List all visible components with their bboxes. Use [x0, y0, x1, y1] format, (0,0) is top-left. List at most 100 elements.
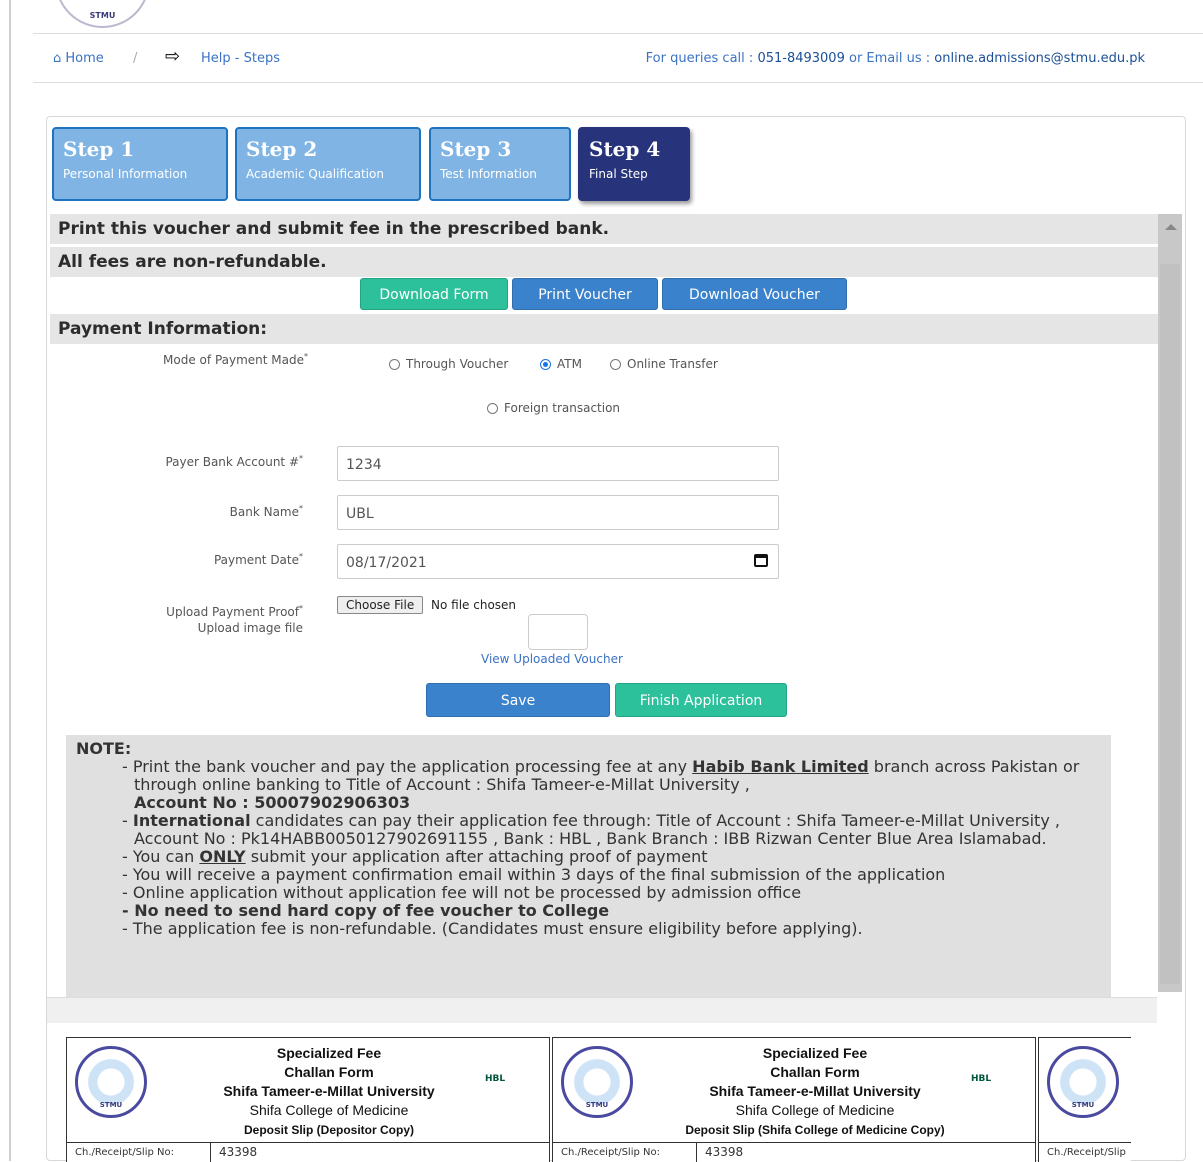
voucher-titles: Specialized Fee Challan Form Shifa Tamee…: [157, 1044, 501, 1140]
step-3-tab[interactable]: Step 3 Test Information: [429, 127, 571, 201]
slip-label: Ch./Receipt/Slip: [1047, 1147, 1126, 1158]
radio-foreign-transaction[interactable]: Foreign transaction: [487, 401, 620, 415]
payment-date-label-text: Payment Date: [213, 553, 299, 567]
radio-atm-label: ATM: [557, 357, 582, 371]
view-uploaded-voucher-link[interactable]: View Uploaded Voucher: [481, 652, 623, 666]
choose-file-button[interactable]: Choose File: [337, 596, 424, 614]
download-form-button[interactable]: Download Form: [360, 278, 508, 310]
email-prefix: or Email us :: [848, 51, 931, 66]
slip-number: 43398: [696, 1143, 743, 1162]
arrow-right-icon: ⇨: [165, 46, 181, 67]
step-2-subtitle: Academic Qualification: [246, 167, 384, 181]
university-logo: STMU: [55, 0, 150, 28]
note-item-3-rest: submit your application after attaching …: [245, 847, 708, 866]
radio-circle: [487, 403, 498, 414]
voucher-college-copy: STMU Specialized Fee Challan Form Shifa …: [552, 1037, 1036, 1162]
radio-circle: [389, 359, 400, 370]
voucher-strip: STMU Specialized Fee Challan Form Shifa …: [66, 1037, 1131, 1162]
university-seal: STMU: [1047, 1046, 1119, 1118]
voucher-title-2: Challan Form: [770, 1064, 860, 1080]
university-seal: STMU: [75, 1046, 147, 1118]
download-voucher-button[interactable]: Download Voucher: [662, 278, 847, 310]
step-3-subtitle: Test Information: [440, 167, 537, 181]
radio-foreign-transaction-label: Foreign transaction: [504, 401, 621, 415]
finish-application-button[interactable]: Finish Application: [615, 683, 787, 717]
note-item-2: - International candidates can pay their…: [122, 811, 1060, 848]
slip-label: Ch./Receipt/Slip No:: [561, 1147, 660, 1158]
habib-bank-link: Habib Bank Limited: [692, 757, 869, 776]
step-3-title: Step 3: [440, 137, 512, 161]
logo-text: STMU: [89, 11, 116, 20]
radio-circle: [610, 359, 621, 370]
hbl-logo: HBL: [485, 1074, 506, 1084]
voucher-titles: Specialized Fee Challan Form Shifa Tamee…: [643, 1044, 987, 1140]
step-2-tab[interactable]: Step 2 Academic Qualification: [235, 127, 421, 201]
file-chooser: Choose File No file chosen: [337, 596, 516, 614]
payment-date-input[interactable]: 08/17/2021: [337, 544, 779, 579]
note-item-6: - No need to send hard copy of fee vouch…: [122, 901, 610, 920]
step-4-title: Step 4: [589, 137, 661, 161]
voucher-title-2: Challan Form: [284, 1064, 374, 1080]
note-heading: NOTE:: [76, 739, 132, 758]
payment-date-value: 08/17/2021: [346, 555, 427, 571]
radio-online-transfer[interactable]: Online Transfer: [610, 357, 718, 371]
radio-circle-selected: [540, 359, 551, 370]
radio-atm[interactable]: ATM: [540, 357, 582, 371]
queries-prefix: For queries call :: [645, 51, 754, 66]
breadcrumb-home-label: Home: [65, 51, 104, 66]
print-voucher-button[interactable]: Print Voucher: [512, 278, 658, 310]
slip-row: Ch./Receipt/Slip No: 43398: [67, 1142, 549, 1162]
note-box: NOTE: - Print the bank voucher and pay t…: [66, 735, 1111, 1001]
voucher-copy-type: Deposit Slip (Shifa College of Medicine …: [685, 1123, 945, 1137]
final-step-content: Print this voucher and submit fee in the…: [50, 214, 1158, 1001]
slip-row: Ch./Receipt/Slip No: 43398: [553, 1142, 1035, 1162]
hbl-logo: HBL: [971, 1074, 992, 1084]
step-4-tab[interactable]: Step 4 Final Step: [578, 127, 690, 201]
radio-online-transfer-label: Online Transfer: [627, 357, 718, 371]
contact-info: For queries call : 051-8493009 or Email …: [646, 51, 1145, 66]
voucher-depositor-copy: STMU Specialized Fee Challan Form Shifa …: [66, 1037, 550, 1162]
note-item-1: - Print the bank voucher and pay the app…: [122, 758, 1101, 812]
slip-number: 43398: [210, 1143, 257, 1162]
vertical-scrollbar[interactable]: [1158, 214, 1182, 992]
page-left-border: [9, 0, 11, 1161]
payment-mode-label-text: Mode of Payment Made: [163, 353, 304, 367]
save-button[interactable]: Save: [426, 683, 610, 717]
step-1-tab[interactable]: Step 1 Personal Information: [52, 127, 228, 201]
note-item-4: - You will receive a payment confirmatio…: [122, 865, 946, 884]
print-notice-banner: Print this voucher and submit fee in the…: [50, 214, 1158, 244]
no-file-chosen-text: No file chosen: [431, 598, 517, 612]
payment-date-label: Payment Date*: [213, 552, 303, 567]
note-item-1-text: - Print the bank voucher and pay the app…: [122, 757, 693, 776]
note-item-7: - The application fee is non-refundable.…: [122, 919, 863, 938]
scroll-up-icon[interactable]: [1165, 224, 1177, 230]
only-emphasis: ONLY: [199, 847, 246, 866]
payer-account-input[interactable]: 1234: [337, 446, 779, 481]
voucher-title-1: Specialized Fee: [762, 1045, 868, 1061]
voucher-bank-copy-partial: STMU Ch./Receipt/Slip: [1038, 1037, 1131, 1162]
account-label-text: Payer Bank Account #: [165, 455, 299, 469]
radio-through-voucher[interactable]: Through Voucher: [389, 357, 508, 371]
voucher-college: Shifa College of Medicine: [735, 1102, 895, 1118]
breadcrumb-home-link[interactable]: ⌂ Home: [53, 51, 104, 66]
seal-text: STMU: [1071, 1101, 1095, 1109]
bank-name-input[interactable]: UBL: [337, 495, 779, 530]
email-link[interactable]: online.admissions@stmu.edu.pk: [934, 51, 1145, 66]
calendar-icon[interactable]: [754, 554, 768, 567]
application-panel: Step 1 Personal Information Step 2 Acade…: [46, 116, 1186, 1162]
step-1-title: Step 1: [63, 137, 135, 161]
voucher-copy-type: Deposit Slip (Depositor Copy): [243, 1123, 414, 1137]
scrollbar-thumb[interactable]: [1160, 264, 1180, 984]
breadcrumb-current[interactable]: Help - Steps: [201, 51, 280, 66]
note-item-3-text: - You can: [122, 847, 200, 866]
breadcrumb-separator: /: [133, 51, 138, 66]
bank-name-label: Bank Name*: [229, 504, 303, 519]
note-item-2-text: candidates can pay their application fee…: [134, 811, 1060, 848]
payment-info-banner: Payment Information:: [50, 314, 1158, 344]
voucher-college: Shifa College of Medicine: [249, 1102, 409, 1118]
uploaded-voucher-thumbnail: [528, 614, 588, 650]
horizontal-scrollbar[interactable]: [47, 997, 1157, 1023]
seal-text: STMU: [99, 1101, 123, 1109]
payment-mode-label: Mode of Payment Made*: [163, 352, 308, 367]
radio-through-voucher-label: Through Voucher: [406, 357, 509, 371]
